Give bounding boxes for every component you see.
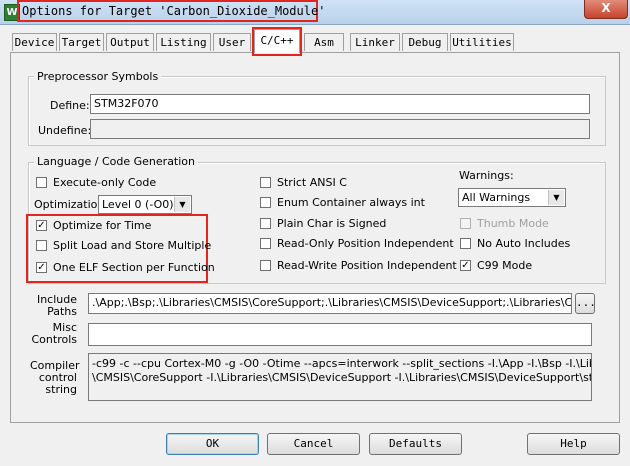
- include-paths-field[interactable]: .\App;.\Bsp;.\Libraries\CMSIS\CoreSuppor…: [88, 293, 572, 314]
- chevron-down-icon: ▼: [548, 190, 564, 205]
- chevron-down-icon: ▼: [174, 197, 190, 212]
- compiler-string-line2: \CMSIS\CoreSupport -I.\Libraries\CMSIS\D…: [92, 371, 592, 384]
- tab-listing[interactable]: Listing: [156, 33, 211, 51]
- define-field[interactable]: STM32F070: [90, 94, 590, 114]
- define-label: Define:: [50, 99, 90, 112]
- plain-char-label: Plain Char is Signed: [277, 217, 387, 230]
- title-bar: W Options for Target 'Carbon_Dioxide_Mod…: [0, 0, 630, 25]
- cancel-button[interactable]: Cancel: [267, 433, 360, 455]
- execute-only-label: Execute-only Code: [53, 176, 157, 189]
- execute-only-checkbox[interactable]: [36, 177, 47, 188]
- language-title: Language / Code Generation: [34, 155, 199, 168]
- optimization-value: Level 0 (-O0): [102, 198, 174, 211]
- optimize-time-label: Optimize for Time: [53, 219, 152, 232]
- ok-button[interactable]: OK: [166, 433, 259, 455]
- highlight-tab: [252, 27, 302, 56]
- warnings-label: Warnings:: [459, 169, 514, 182]
- optimization-label: Optimization:: [34, 198, 109, 211]
- split-load-label: Split Load and Store Multiple: [53, 239, 212, 252]
- tab-debug[interactable]: Debug: [402, 33, 448, 51]
- enum-container-checkbox[interactable]: [260, 197, 271, 208]
- tab-linker[interactable]: Linker: [350, 33, 400, 51]
- tab-utilities[interactable]: Utilities: [450, 33, 514, 51]
- include-paths-label: Include Paths: [36, 293, 77, 318]
- split-load-checkbox[interactable]: [36, 240, 47, 251]
- browse-button[interactable]: ...: [575, 293, 596, 314]
- thumb-mode-checkbox[interactable]: [460, 218, 471, 229]
- undefine-field[interactable]: [90, 119, 590, 139]
- c99-mode-label: C99 Mode: [477, 259, 533, 272]
- tab-device[interactable]: Device: [12, 33, 57, 51]
- thumb-mode-label: Thumb Mode: [477, 217, 549, 230]
- tab-user[interactable]: User: [213, 33, 251, 51]
- tab-target[interactable]: Target: [59, 33, 104, 51]
- window-title: Options for Target 'Carbon_Dioxide_Modul…: [22, 4, 326, 18]
- preprocessor-title: Preprocessor Symbols: [34, 70, 162, 83]
- rw-pi-label: Read-Write Position Independent: [277, 259, 457, 272]
- one-elf-label: One ELF Section per Function: [53, 261, 215, 274]
- compiler-string-label: Compiler control string: [30, 359, 80, 396]
- optimize-time-checkbox[interactable]: ✓: [36, 220, 47, 231]
- enum-container-label: Enum Container always int: [277, 196, 425, 209]
- misc-controls-field[interactable]: [88, 323, 592, 346]
- one-elf-checkbox[interactable]: ✓: [36, 262, 47, 273]
- compiler-string-line1: -c99 -c --cpu Cortex-M0 -g -O0 -Otime --…: [92, 357, 592, 370]
- compiler-string-field: -c99 -c --cpu Cortex-M0 -g -O0 -Otime --…: [88, 353, 592, 401]
- warnings-value: All Warnings: [462, 191, 531, 204]
- no-auto-includes-label: No Auto Includes: [477, 237, 571, 250]
- c99-mode-checkbox[interactable]: ✓: [460, 260, 471, 271]
- misc-controls-label: Misc Controls: [31, 321, 78, 346]
- strict-ansi-label: Strict ANSI C: [277, 176, 347, 189]
- tab-asm[interactable]: Asm: [304, 33, 344, 51]
- ro-pi-label: Read-Only Position Independent: [277, 237, 454, 250]
- plain-char-checkbox[interactable]: [260, 218, 271, 229]
- warnings-select[interactable]: All Warnings ▼: [458, 188, 566, 207]
- strict-ansi-checkbox[interactable]: [260, 177, 271, 188]
- close-icon[interactable]: X: [584, 0, 628, 19]
- ro-pi-checkbox[interactable]: [260, 238, 271, 249]
- rw-pi-checkbox[interactable]: [260, 260, 271, 271]
- optimization-select[interactable]: Level 0 (-O0) ▼: [98, 195, 192, 214]
- no-auto-includes-checkbox[interactable]: [460, 238, 471, 249]
- undefine-label: Undefine:: [38, 124, 92, 137]
- defaults-button[interactable]: Defaults: [369, 433, 462, 455]
- tab-output[interactable]: Output: [106, 33, 154, 51]
- help-button[interactable]: Help: [527, 433, 620, 455]
